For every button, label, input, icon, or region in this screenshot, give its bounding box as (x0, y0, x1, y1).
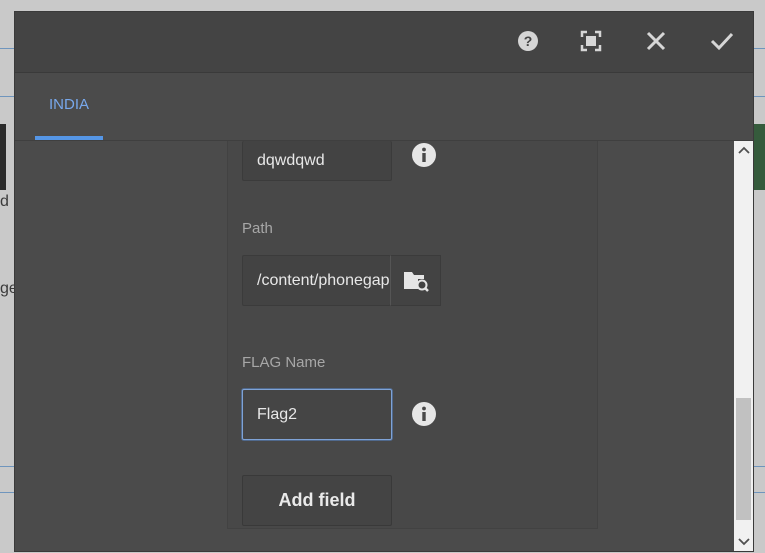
path-field-value: /content/phonegap (257, 271, 390, 289)
tab-india[interactable]: INDIA (35, 73, 103, 140)
help-button[interactable]: ? (513, 26, 543, 56)
close-button[interactable] (641, 26, 671, 56)
add-field-button[interactable]: Add field (242, 475, 392, 526)
background-text: d (0, 193, 9, 210)
flag-name-label: FLAG Name (242, 354, 326, 371)
folder-search-icon (403, 271, 429, 292)
name-field[interactable]: dqwdqwd (242, 141, 392, 181)
flag-name-field-value: Flag2 (257, 405, 298, 423)
checkmark-icon (710, 32, 734, 51)
flag-name-field[interactable]: Flag2 (242, 389, 392, 440)
fullscreen-icon (580, 30, 602, 52)
help-circle-icon: ? (518, 31, 538, 51)
info-icon[interactable] (411, 401, 437, 427)
dialog-content: dqwdqwd Path /content/phonegap FLAG Name… (15, 141, 753, 551)
chevron-up-icon (737, 146, 750, 154)
tab-bar: INDIA (15, 73, 753, 141)
multifield-panel: dqwdqwd Path /content/phonegap FLAG Name… (227, 141, 598, 529)
scroll-down-button[interactable] (734, 533, 753, 551)
info-icon[interactable] (411, 142, 437, 168)
chevron-down-icon (737, 538, 750, 546)
path-field[interactable]: /content/phonegap (242, 255, 391, 306)
add-field-label: Add field (278, 490, 356, 510)
scrollbar[interactable] (734, 141, 753, 551)
dialog: ? INDIA dqwdqwd Path /content/phonegap F… (14, 11, 754, 552)
svg-text:?: ? (524, 33, 533, 49)
path-label: Path (242, 220, 273, 237)
dialog-toolbar: ? (15, 12, 753, 73)
scroll-up-button[interactable] (734, 141, 753, 159)
background-image (0, 124, 6, 190)
close-icon (646, 31, 666, 51)
tab-label: INDIA (48, 96, 89, 113)
path-browse-button[interactable] (390, 255, 441, 306)
name-field-value: dqwdqwd (257, 151, 325, 169)
done-button[interactable] (707, 26, 737, 56)
scroll-thumb[interactable] (736, 398, 751, 520)
fullscreen-button[interactable] (576, 26, 606, 56)
